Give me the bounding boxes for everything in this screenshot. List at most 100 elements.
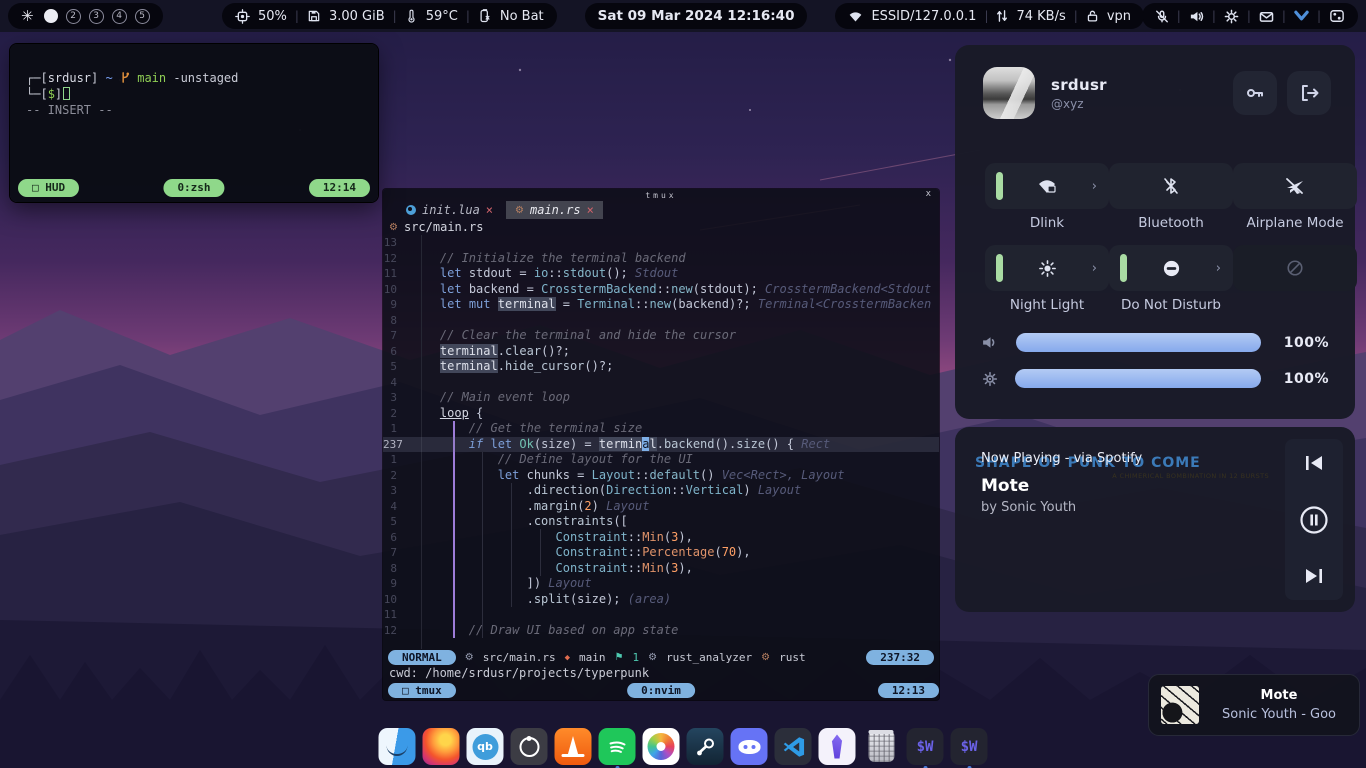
clock[interactable]: Sat 09 Mar 2024 12:16:40 — [598, 8, 795, 24]
code-line: 237 if let Ok(size) = terminal.backend()… — [383, 437, 939, 453]
dock-wallet-app-1[interactable]: $W — [907, 728, 944, 765]
toggle-night-light[interactable]: › — [985, 245, 1109, 291]
code-line: 12 // Initialize the terminal backend — [383, 251, 939, 267]
code-line: 3 // Main event loop — [383, 390, 939, 406]
dock-vscode[interactable] — [775, 728, 812, 765]
code-area[interactable]: 1312 // Initialize the terminal backend1… — [383, 235, 939, 649]
tab-close-icon[interactable]: × — [486, 203, 493, 217]
chevron-right-icon[interactable]: › — [1216, 261, 1221, 276]
dock: qb $W $W — [379, 728, 988, 765]
microphone-muted-icon[interactable] — [1155, 9, 1169, 24]
volume-icon — [981, 334, 1000, 351]
diagnostic-count: 1 — [632, 651, 639, 664]
git-branch-icon — [120, 72, 130, 83]
terminal-cursor — [63, 87, 70, 100]
blocked-icon — [1286, 259, 1304, 277]
terminal-window[interactable]: ┌─[srdusr] ~ main -unstaged └─[$] -- INS… — [10, 44, 378, 202]
active-indicator — [1120, 254, 1127, 282]
tab-init-lua[interactable]: init.lua × — [397, 201, 502, 219]
dock-file-manager[interactable] — [379, 728, 416, 765]
key-button[interactable] — [1233, 71, 1277, 115]
code-line: 6 terminal.clear()?; — [383, 344, 939, 360]
album-art[interactable]: SHAPE OF PUNK TO COME A CHIMERICAL BOMBI… — [967, 439, 1275, 600]
dock-obs[interactable] — [511, 728, 548, 765]
network-island: ESSID/127.0.0.1 | 74 KB/s | vpn — [835, 3, 1144, 29]
dock-trash[interactable] — [863, 728, 900, 765]
thermometer-icon — [405, 9, 418, 23]
network-speed-icon — [996, 9, 1008, 23]
tmux-window-pill[interactable]: 0:zsh — [163, 179, 224, 197]
chevron-right-icon[interactable]: › — [1092, 261, 1097, 276]
prompt-git-status: -unstaged — [173, 71, 238, 85]
logout-button[interactable] — [1287, 71, 1331, 115]
toggle-airplane-mode[interactable] — [1233, 163, 1357, 209]
dock-photos[interactable] — [643, 728, 680, 765]
temperature: 59°C — [426, 9, 458, 24]
prompt-path: ~ — [106, 71, 113, 85]
workspace-3[interactable]: 3 — [89, 9, 104, 24]
dock-qbittorrent[interactable]: qb — [467, 728, 504, 765]
lang-rust-icon: ⚙ — [761, 652, 770, 663]
tab-main-rs[interactable]: ⚙ main.rs × — [506, 201, 603, 219]
toggle-blocked[interactable] — [1233, 245, 1357, 291]
next-track-button[interactable] — [1303, 566, 1325, 586]
volume-slider-fill — [1016, 333, 1261, 352]
chevron-right-icon[interactable]: › — [1092, 179, 1097, 194]
wifi-icon — [848, 10, 863, 23]
code-line: 8 — [383, 313, 939, 329]
tmux-window-pill[interactable]: 0:nvim — [627, 683, 695, 698]
user-avatar[interactable] — [983, 67, 1035, 119]
distro-logo-icon[interactable]: ✳ — [21, 7, 34, 25]
now-playing-source: Now Playing - via Spotify — [981, 451, 1267, 466]
mail-icon[interactable] — [1259, 10, 1274, 23]
dock-obsidian[interactable] — [819, 728, 856, 765]
updates-chevron-icon[interactable] — [1294, 10, 1309, 22]
previous-track-button[interactable] — [1303, 453, 1325, 473]
dock-wallet-app-2[interactable]: $W — [951, 728, 988, 765]
dock-steam[interactable] — [687, 728, 724, 765]
control-center-icon[interactable] — [1329, 9, 1345, 23]
active-indicator — [996, 172, 1003, 200]
now-playing-panel: SHAPE OF PUNK TO COME A CHIMERICAL BOMBI… — [955, 427, 1355, 612]
code-line: 12 // Draw UI based on app state — [383, 623, 939, 639]
brightness-slider[interactable] — [1015, 369, 1261, 388]
settings-gear-icon[interactable] — [1224, 9, 1239, 24]
volume-slider[interactable] — [1016, 333, 1261, 352]
workspace-2[interactable]: 2 — [66, 9, 81, 24]
pause-button[interactable] — [1299, 505, 1329, 535]
code-line: 7 Constraint::Percentage(70), — [383, 545, 939, 561]
media-controls — [1285, 439, 1343, 600]
level-sliders: 100% 100% — [981, 333, 1329, 388]
dock-vlc[interactable] — [555, 728, 592, 765]
toggle-do-not-disturb[interactable]: › — [1109, 245, 1233, 291]
vpn-status[interactable]: vpn — [1107, 9, 1131, 24]
track-artist: by Sonic Youth — [981, 500, 1267, 515]
editor-window[interactable]: tmux x init.lua × ⚙ main.rs × ⚙ src/main… — [383, 189, 939, 700]
volume-icon[interactable] — [1189, 9, 1204, 24]
workspace-4[interactable]: 4 — [112, 9, 127, 24]
terminal-prompt-line2: └─[$] — [26, 86, 364, 102]
essid[interactable]: ESSID/127.0.0.1 — [871, 9, 976, 24]
window-close-button[interactable]: x — [926, 189, 931, 199]
workspace-5[interactable]: 5 — [135, 9, 150, 24]
control-center-panel: srdusr @xyz › Dlink — [955, 45, 1355, 419]
toggle-bluetooth[interactable] — [1109, 163, 1233, 209]
code-line: 1 // Define layout for the UI — [383, 452, 939, 468]
workspace-1[interactable] — [44, 9, 58, 23]
spotify-icon — [605, 735, 629, 759]
code-line: 5 .constraints([ — [383, 514, 939, 530]
active-indicator — [996, 254, 1003, 282]
tab-close-icon[interactable]: × — [587, 203, 594, 217]
terminal-prompt-line1: ┌─[srdusr] ~ main -unstaged — [26, 70, 364, 86]
logout-icon — [1299, 83, 1319, 103]
breadcrumb: ⚙ src/main.rs — [383, 219, 939, 235]
statusline: NORMAL ⚙ src/main.rs ◆ main ⚑ 1 ⚙ rust_a… — [383, 649, 939, 666]
notification-album-thumbnail — [1161, 686, 1199, 724]
media-notification[interactable]: Mote Sonic Youth - Goo — [1148, 674, 1360, 736]
volume-value: 100% — [1277, 335, 1329, 351]
toggle-dlink[interactable]: › — [985, 163, 1109, 209]
dock-discord[interactable] — [731, 728, 768, 765]
dock-spotify[interactable] — [599, 728, 636, 765]
dock-firefox[interactable] — [423, 728, 460, 765]
brightness-icon — [981, 370, 999, 388]
